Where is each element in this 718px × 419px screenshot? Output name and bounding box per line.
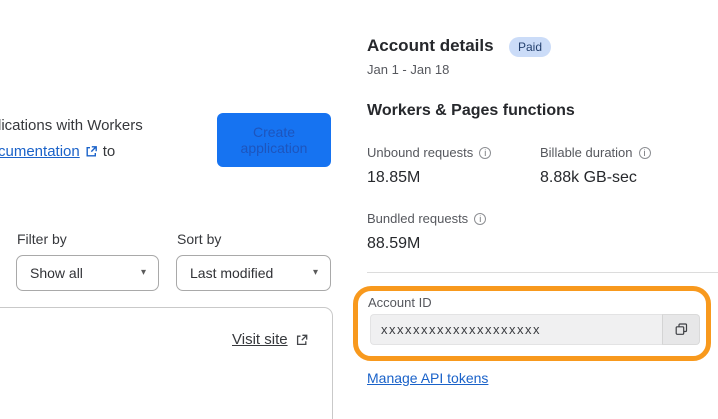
- info-icon[interactable]: i: [638, 146, 651, 159]
- sort-dropdown[interactable]: Last modified ▾: [176, 255, 331, 291]
- intro-text-line2: cumentation to: [0, 143, 115, 160]
- account-id-input[interactable]: [370, 314, 662, 345]
- external-link-icon: [295, 333, 309, 347]
- filter-dropdown-value: Show all: [30, 265, 83, 281]
- billable-duration-value: 8.88k GB-sec: [540, 169, 637, 186]
- documentation-link[interactable]: cumentation: [0, 143, 80, 160]
- workers-pages-dashboard: lications with Workers cumentation to Cr…: [0, 0, 718, 419]
- metric-label-text: Billable duration: [540, 145, 633, 160]
- info-icon[interactable]: i: [479, 146, 492, 159]
- sort-dropdown-value: Last modified: [190, 265, 274, 281]
- project-card: [0, 307, 333, 419]
- account-id-label: Account ID: [368, 295, 432, 310]
- create-application-button[interactable]: Create application: [217, 113, 331, 167]
- paid-badge: Paid: [509, 37, 552, 57]
- sort-by-label: Sort by: [177, 231, 222, 247]
- intro-text-suffix: to: [102, 143, 116, 160]
- workers-pages-functions-title: Workers & Pages functions: [367, 102, 575, 119]
- divider: [367, 272, 718, 273]
- visit-site-row: Visit site: [232, 331, 309, 348]
- unbound-requests-label: Unbound requests i: [367, 145, 492, 160]
- metric-label-text: Bundled requests: [367, 211, 469, 226]
- bundled-requests-value: 88.59M: [367, 235, 421, 252]
- info-icon[interactable]: i: [474, 212, 487, 225]
- chevron-down-icon: ▾: [140, 267, 146, 278]
- external-link-icon: [85, 145, 98, 158]
- copy-button[interactable]: [662, 314, 700, 345]
- account-details-title: Account details: [367, 36, 494, 55]
- unbound-requests-value: 18.85M: [367, 169, 421, 186]
- intro-text-line1: lications with Workers: [0, 117, 143, 134]
- bundled-requests-label: Bundled requests i: [367, 211, 487, 226]
- copy-icon: [674, 322, 689, 337]
- filter-by-label: Filter by: [17, 231, 67, 247]
- date-range: Jan 1 - Jan 18: [367, 62, 450, 77]
- chevron-down-icon: ▾: [312, 267, 318, 278]
- account-id-group: [370, 314, 700, 345]
- billable-duration-label: Billable duration i: [540, 145, 651, 160]
- metric-label-text: Unbound requests: [367, 145, 474, 160]
- manage-api-tokens-link[interactable]: Manage API tokens: [367, 370, 488, 386]
- visit-site-link[interactable]: Visit site: [232, 331, 288, 348]
- filter-dropdown[interactable]: Show all ▾: [16, 255, 159, 291]
